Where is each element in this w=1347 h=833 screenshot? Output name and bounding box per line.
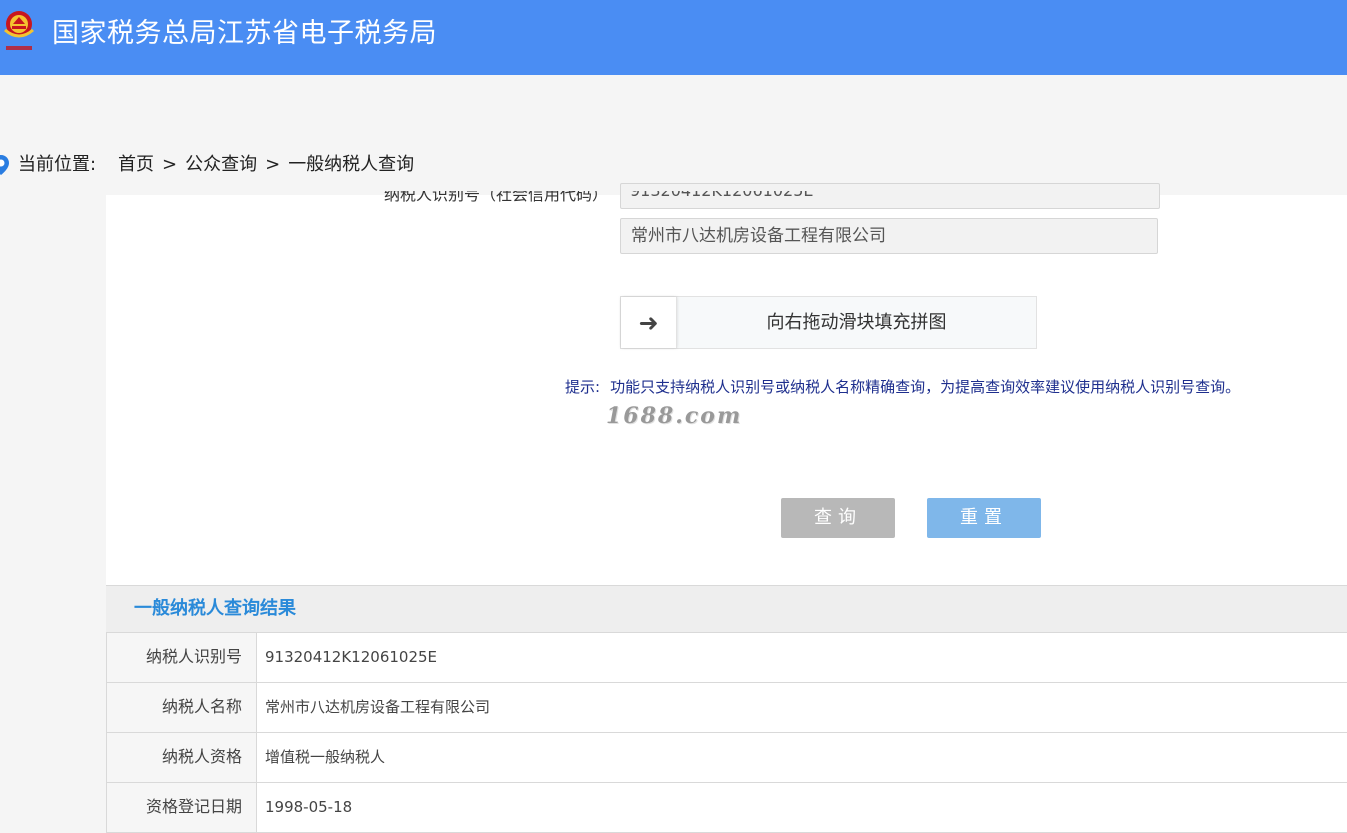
breadcrumb-current: 一般纳税人查询	[288, 154, 415, 175]
breadcrumb-separator: >	[265, 154, 281, 175]
slider-instruction: 向右拖动滑块填充拼图	[766, 312, 947, 333]
table-row: 纳税人资格 增值税一般纳税人	[107, 733, 1347, 783]
row-label: 资格登记日期	[107, 783, 257, 832]
results-title: 一般纳税人查询结果	[134, 598, 296, 619]
breadcrumb-label: 当前位置:	[18, 154, 97, 175]
row-value: 常州市八达机房设备工程有限公司	[265, 698, 491, 716]
top-header: 国家税务总局江苏省电子税务局	[0, 0, 1347, 75]
breadcrumb-separator: >	[162, 154, 178, 175]
row-label: 纳税人资格	[107, 733, 257, 782]
tip-label: 提示:	[565, 378, 601, 396]
table-row: 纳税人名称 常州市八达机房设备工程有限公司	[107, 683, 1347, 733]
query-form-panel: 纳税人识别号（社会信用代码） 91320412K12061025E 纳税人名称 …	[106, 183, 1347, 585]
slider-handle[interactable]: ➜	[621, 297, 677, 348]
site-title: 国家税务总局江苏省电子税务局	[52, 18, 437, 49]
breadcrumb-home[interactable]: 首页	[118, 154, 154, 175]
table-row: 资格登记日期 1998-05-18	[107, 783, 1347, 833]
watermark: 1688.com	[606, 403, 743, 429]
arrow-right-icon: ➜	[638, 308, 659, 337]
location-pin-icon	[0, 155, 9, 175]
tax-emblem-icon	[4, 11, 34, 50]
results-header: 一般纳税人查询结果	[106, 585, 1347, 633]
table-row: 纳税人识别号 91320412K12061025E	[107, 633, 1347, 683]
row-label: 纳税人识别号	[107, 633, 257, 682]
tip-message: 功能只支持纳税人识别号或纳税人名称精确查询，为提高查询效率建议使用纳税人识别号查…	[610, 378, 1241, 396]
captcha-slider[interactable]: ➜ 向右拖动滑块填充拼图	[620, 296, 1037, 349]
row-value: 1998-05-18	[265, 798, 353, 816]
results-table: 纳税人识别号 91320412K12061025E 纳税人名称 常州市八达机房设…	[106, 633, 1347, 833]
tip-text: 提示: 功能只支持纳税人识别号或纳税人名称精确查询，为提高查询效率建议使用纳税人识…	[565, 376, 1240, 398]
taxpayer-id-label: 纳税人识别号（社会信用代码）	[384, 185, 609, 204]
row-value: 91320412K12061025E	[265, 648, 438, 666]
query-button[interactable]: 查询	[781, 498, 895, 538]
breadcrumb-public-query[interactable]: 公众查询	[185, 154, 257, 175]
row-label: 纳税人名称	[107, 683, 257, 732]
row-value: 增值税一般纳税人	[265, 748, 386, 766]
taxpayer-name-input[interactable]: 常州市八达机房设备工程有限公司	[620, 218, 1158, 254]
reset-button[interactable]: 重置	[927, 498, 1041, 538]
